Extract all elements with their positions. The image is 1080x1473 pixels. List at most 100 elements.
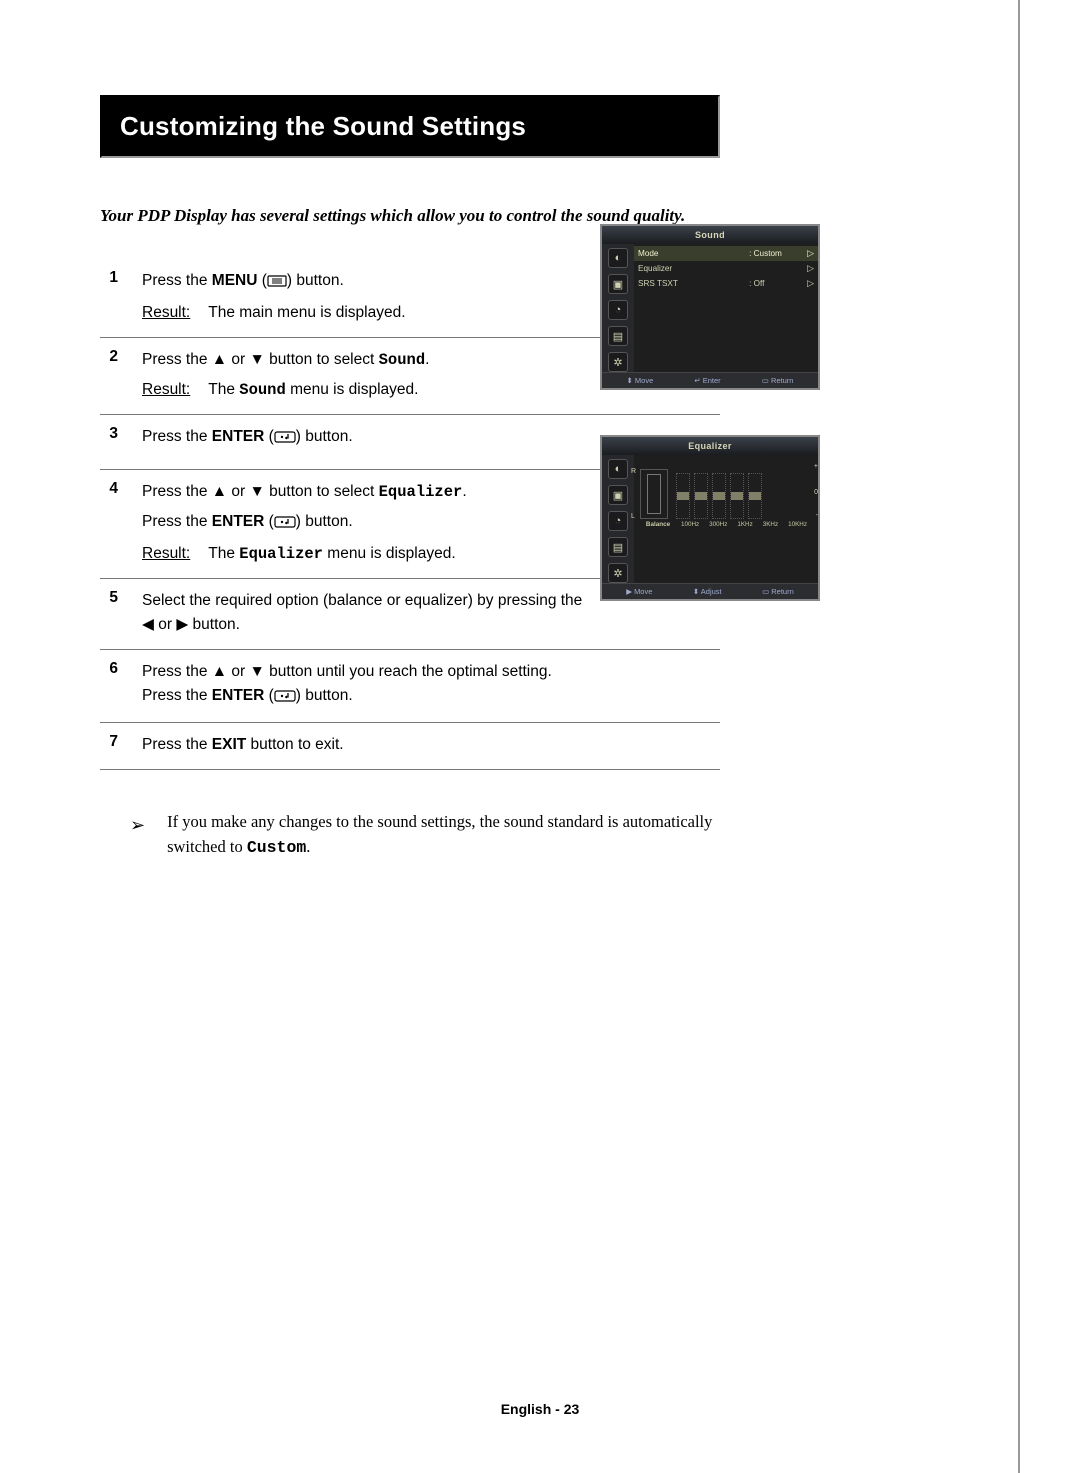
osd-sound-menu: Sound ◐ ▣ ◔ ▤ ✲ Mode : Custom ▷ Eq	[600, 224, 820, 390]
text: Press the	[142, 513, 212, 530]
step-instruction-line1: Press the ▲ or ▼ button until you reach …	[142, 660, 552, 684]
eq-scale-zero: 0	[814, 489, 818, 496]
osd-row-equalizer: Equalizer ▷	[634, 261, 818, 276]
enter-icon	[274, 512, 296, 536]
text: (	[264, 428, 273, 445]
osd-hint-adjust: ⬍ Adjust	[693, 587, 722, 596]
text: button until you reach the optimal setti…	[265, 663, 552, 680]
eq-label-balance: Balance	[640, 521, 676, 528]
step-number: 7	[100, 733, 118, 751]
page-margin-rule	[1018, 0, 1020, 1473]
eq-knob	[731, 492, 743, 500]
result-text: The main menu is displayed.	[208, 301, 405, 325]
text: Press the	[142, 687, 212, 704]
text: The	[208, 381, 239, 398]
osd-label: SRS TSXT	[638, 279, 749, 288]
eq-knob	[749, 492, 761, 500]
page-footer: English - 23	[0, 1401, 1080, 1417]
step-instruction: Press the ENTER () button.	[142, 425, 353, 451]
eq-band-300hz	[694, 473, 708, 519]
sound-icon: ▣	[608, 274, 628, 294]
osd-footer: ▶ Move ⬍ Adjust ▭ Return	[602, 583, 818, 599]
text: Press the	[142, 272, 212, 289]
enter-icon	[274, 686, 296, 710]
result-text: The Equalizer menu is displayed.	[208, 542, 455, 566]
text: .	[425, 351, 429, 368]
eq-scale-minus: -	[816, 512, 818, 519]
menu-button-label: MENU	[212, 272, 258, 289]
osd-screenshots: Sound ◐ ▣ ◔ ▤ ✲ Mode : Custom ▷ Eq	[600, 224, 820, 646]
text: ) button.	[296, 687, 353, 704]
down-arrow-icon: ▼	[250, 483, 265, 500]
enter-icon	[274, 427, 296, 451]
step-number: 1	[100, 269, 118, 287]
text: Press the	[142, 428, 212, 445]
eq-band-1khz	[712, 473, 726, 519]
result-label: Result:	[142, 542, 190, 566]
text: button to select	[265, 351, 379, 368]
manual-page: Customizing the Sound Settings Your PDP …	[0, 0, 1080, 1473]
equalizer-target: Equalizer	[379, 483, 463, 501]
osd-value: : Custom	[749, 249, 807, 258]
balance-r-label: R	[631, 468, 636, 475]
enter-button-label: ENTER	[212, 513, 265, 530]
step-result: Result: The main menu is displayed.	[142, 301, 406, 325]
eq-band-labels: Balance 100Hz 300Hz 1KHz 3KHz 10KHz	[640, 521, 812, 528]
equalizer-target: Equalizer	[239, 545, 323, 563]
osd-title: Equalizer	[602, 437, 818, 455]
down-arrow-icon: ▼	[250, 663, 265, 680]
text: .	[462, 483, 466, 500]
step-result: Result: The Equalizer menu is displayed.	[142, 542, 467, 566]
text: ) button.	[296, 513, 353, 530]
osd-hint-return: ▭ Return	[762, 376, 794, 385]
step-result: Result: The Sound menu is displayed.	[142, 378, 429, 402]
text: button to exit.	[246, 736, 343, 753]
step-instruction: Press the ▲ or ▼ button to select Sound.	[142, 348, 429, 372]
text: Press the	[142, 736, 212, 753]
osd-value: : Off	[749, 279, 807, 288]
result-label: Result:	[142, 378, 190, 402]
text: ) button.	[287, 272, 344, 289]
setup-icon: ✲	[608, 563, 628, 583]
text: menu is displayed.	[323, 545, 456, 562]
eq-band-100hz	[676, 473, 690, 519]
timer-icon: ◔	[608, 300, 628, 320]
text: or	[154, 616, 176, 633]
osd-row-srs: SRS TSXT : Off ▷	[634, 276, 818, 291]
osd-main: Mode : Custom ▷ Equalizer ▷ SRS TSXT : O…	[634, 244, 818, 372]
step-number: 2	[100, 348, 118, 366]
step-body: Press the ▲ or ▼ button to select Sound.…	[142, 348, 429, 402]
eq-band-label-row: 100Hz 300Hz 1KHz 3KHz 10KHz	[676, 521, 812, 528]
osd-eq-main: R L + 0 -	[634, 455, 818, 583]
text: menu is displayed.	[286, 381, 419, 398]
right-arrow-icon: ▶	[176, 616, 188, 633]
enter-button-label: ENTER	[212, 428, 265, 445]
osd-hint-move: ▶ Move	[626, 587, 652, 596]
osd-title: Sound	[602, 226, 818, 244]
function-icon: ▤	[608, 326, 628, 346]
osd-hint-move: ⬍ Move	[627, 376, 654, 385]
step-6: 6 Press the ▲ or ▼ button until you reac…	[100, 650, 720, 723]
picture-icon: ◐	[608, 459, 628, 479]
chevron-right-icon: ▷	[807, 263, 814, 274]
eq-bands: + 0 -	[672, 473, 812, 519]
eq-knob	[713, 492, 725, 500]
eq-knob	[695, 492, 707, 500]
step-body: Select the required option (balance or e…	[142, 589, 582, 637]
left-arrow-icon: ◀	[142, 616, 154, 633]
text: button.	[188, 616, 240, 633]
text: Select the required option (balance or e…	[142, 592, 582, 609]
up-arrow-icon: ▲	[212, 663, 227, 680]
eq-band-3khz	[730, 473, 744, 519]
custom-target: Custom	[247, 838, 306, 857]
text: (	[257, 272, 266, 289]
osd-footer: ⬍ Move ↵ Enter ▭ Return	[602, 372, 818, 388]
eq-label: 10KHz	[788, 521, 807, 528]
text: button to select	[265, 483, 379, 500]
osd-label: Mode	[638, 249, 749, 258]
osd-label: Equalizer	[638, 264, 749, 273]
text: Press the	[142, 483, 212, 500]
note-arrow-icon: ➢	[130, 810, 145, 861]
step-body: Press the ▲ or ▼ button to select Equali…	[142, 480, 467, 566]
step-body: Press the MENU ( ) button. Result: The ma…	[142, 269, 406, 325]
